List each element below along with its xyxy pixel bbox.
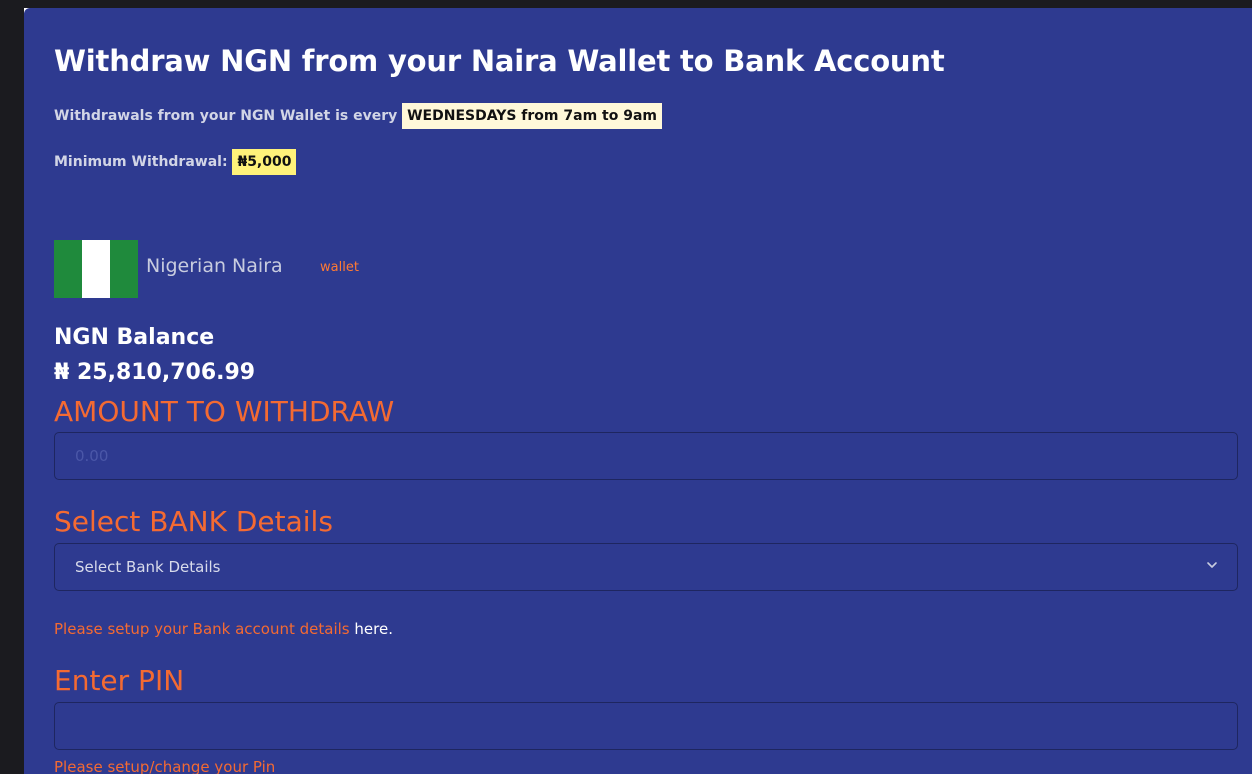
pin-input[interactable] xyxy=(55,703,1237,749)
sidebar-edge xyxy=(0,0,24,774)
pin-setup-hint[interactable]: Please setup/change your Pin xyxy=(54,758,275,774)
pin-label: Enter PIN xyxy=(54,664,185,697)
amount-field-wrapper xyxy=(54,432,1238,480)
bank-setup-hint: Please setup your Bank account details h… xyxy=(54,620,393,638)
pin-field-wrapper xyxy=(54,702,1238,750)
amount-input[interactable] xyxy=(55,433,1237,479)
chevron-down-icon xyxy=(1207,562,1217,568)
wallet-name: Nigerian Naira xyxy=(146,255,283,277)
amount-label: AMOUNT TO WITHDRAW xyxy=(54,395,395,428)
minimum-value: ₦5,000 xyxy=(232,149,297,175)
bank-details-label: Select BANK Details xyxy=(54,505,333,538)
nigeria-flag-icon xyxy=(54,240,138,298)
minimum-label: Minimum Withdrawal: xyxy=(54,154,228,170)
withdrawal-schedule-notice: Withdrawals from your NGN Wallet is ever… xyxy=(54,103,662,129)
balance-value: ₦ 25,810,706.99 xyxy=(54,360,256,385)
schedule-highlight: WEDNESDAYS from 7am to 9am xyxy=(402,103,662,129)
wallet-tag: wallet xyxy=(320,260,359,275)
window-top-edge xyxy=(0,0,1252,8)
schedule-prefix: Withdrawals from your NGN Wallet is ever… xyxy=(54,108,398,124)
page-title: Withdraw NGN from your Naira Wallet to B… xyxy=(54,44,945,78)
withdraw-panel: Withdraw NGN from your Naira Wallet to B… xyxy=(24,8,1252,774)
bank-details-selected-value: Select Bank Details xyxy=(75,558,221,576)
bank-details-select[interactable]: Select Bank Details xyxy=(54,543,1238,591)
balance-label: NGN Balance xyxy=(54,325,215,350)
bank-setup-link[interactable]: here. xyxy=(354,620,393,638)
bank-setup-hint-text: Please setup your Bank account details xyxy=(54,620,350,638)
minimum-withdrawal-notice: Minimum Withdrawal: ₦5,000 xyxy=(54,149,297,175)
